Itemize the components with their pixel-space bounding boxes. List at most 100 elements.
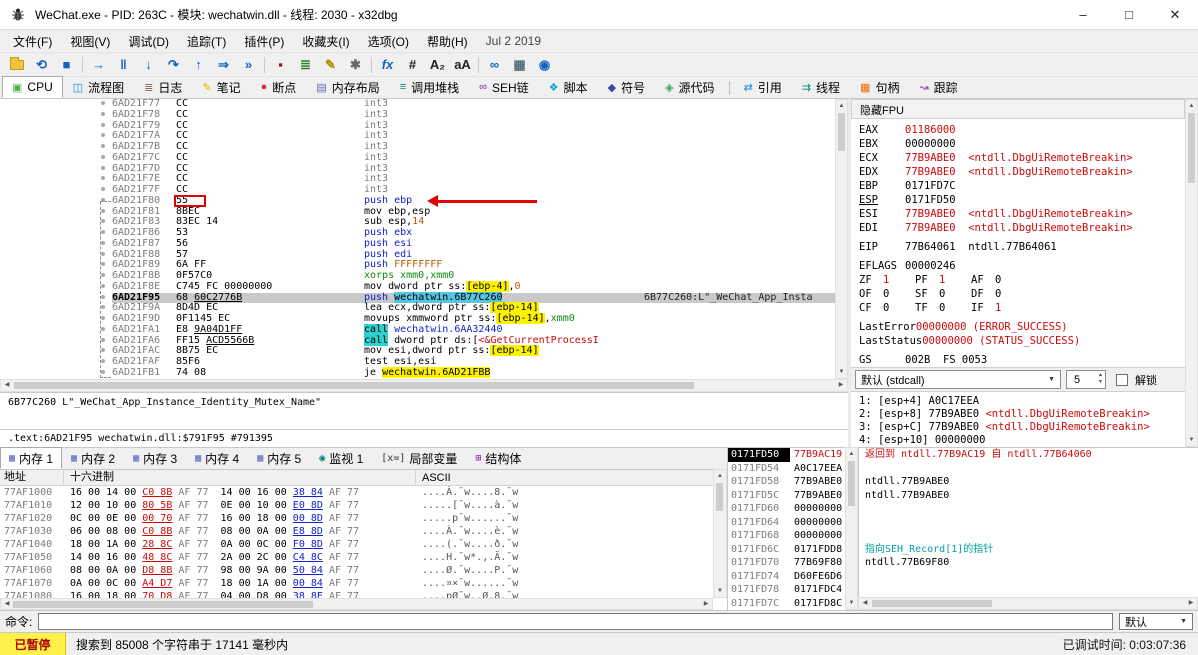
open-file-button[interactable] xyxy=(4,54,29,76)
scrollbar-thumb[interactable] xyxy=(872,600,992,607)
disasm-gutter[interactable] xyxy=(0,153,112,164)
memory-row[interactable]: 77AF1000 16 00 14 00 C0 8B AF 77 14 00 16… xyxy=(0,486,713,499)
register-row[interactable]: EDI 77B9ABE0 <ntdll.DbgUiRemoteBreakin> xyxy=(859,221,1185,235)
disasm-gutter[interactable] xyxy=(0,325,112,336)
register-value[interactable]: 01186000 xyxy=(905,124,956,136)
register-row[interactable]: LastStatus00000000 (STATUS_SUCCESS) xyxy=(859,334,1185,348)
tab-threads[interactable]: ⇉ 线程 xyxy=(792,76,850,98)
register-row[interactable]: EAX 01186000 xyxy=(859,123,1185,137)
register-row[interactable]: CF 0 TF 0 IF 1 xyxy=(859,301,1185,315)
scroll-up-icon[interactable]: ▲ xyxy=(846,448,857,460)
maximize-button[interactable]: □ xyxy=(1106,0,1152,29)
scroll-up-icon[interactable]: ▲ xyxy=(714,470,726,482)
menu-item-1[interactable]: 文件(F) xyxy=(4,30,61,53)
bottom-tab-mem1[interactable]: ▦ 内存 1 xyxy=(0,447,63,469)
stack-row[interactable]: 0171FD54 A0C17EEA xyxy=(728,462,845,476)
memory-row[interactable]: 77AF1030 06 00 08 00 C0 8B AF 77 08 00 0A… xyxy=(0,525,713,538)
spin-up-icon[interactable]: ▲ xyxy=(1098,372,1103,379)
disasm-gutter[interactable] xyxy=(0,217,112,228)
flag-value[interactable]: 1 xyxy=(939,273,971,287)
argument-row[interactable]: 4: [esp+10] 00000000 xyxy=(859,434,1185,447)
comments-scrollbar-horizontal[interactable]: ◀ ▶ xyxy=(858,597,1198,610)
disasm-scrollbar-horizontal[interactable]: ◀ ▶ xyxy=(0,379,848,392)
stack-row[interactable]: 0171FD5C 77B9ABE0 xyxy=(728,489,845,503)
disasm-scrollbar-vertical[interactable]: ▲ ▼ xyxy=(835,99,848,379)
menu-item-7[interactable]: 选项(O) xyxy=(359,30,418,53)
stack-row[interactable]: 0171FD68 00000000 xyxy=(728,529,845,543)
register-value[interactable]: 00000000 (ERROR_SUCCESS) xyxy=(916,321,1068,333)
calling-convention-select[interactable]: 默认 (stdcall) ▼ xyxy=(855,370,1061,389)
run-to-return-button[interactable]: ⇒ xyxy=(211,54,236,76)
bottom-tab-watch1[interactable]: ◉ 监视 1 xyxy=(310,447,372,469)
register-value[interactable]: 77B9ABE0 xyxy=(905,166,956,178)
disasm-gutter[interactable] xyxy=(0,271,112,282)
register-row[interactable]: LastError00000000 (ERROR_SUCCESS) xyxy=(859,320,1185,334)
disasm-gutter[interactable] xyxy=(0,336,112,347)
disasm-gutter[interactable] xyxy=(0,282,112,293)
step-into-button[interactable]: ↓ xyxy=(136,54,161,76)
disasm-gutter[interactable] xyxy=(0,303,112,314)
scroll-right-icon[interactable]: ▶ xyxy=(835,380,847,391)
scroll-left-icon[interactable]: ◀ xyxy=(1,380,13,391)
register-row[interactable]: GS 002B FS 0053 xyxy=(859,353,1185,367)
register-row[interactable]: ESI 77B9ABE0 <ntdll.DbgUiRemoteBreakin> xyxy=(859,207,1185,221)
tab-call-stack[interactable]: ≡ 调用堆栈 xyxy=(390,76,469,98)
scrollbar-thumb[interactable] xyxy=(716,483,723,511)
disassembly-pane[interactable]: 6AD21F77 CC int3 6AD21F78 CC int3 6AD21F79 CC in… xyxy=(0,99,835,379)
command-script-select[interactable]: 默认 ▼ xyxy=(1119,613,1193,630)
bottom-tab-mem3[interactable]: ▦ 内存 3 xyxy=(124,447,186,469)
register-value[interactable]: 00000246 xyxy=(905,260,956,272)
tab-seh[interactable]: ∞ SEH链 xyxy=(469,76,539,98)
hide-fpu-button[interactable]: 隐藏FPU xyxy=(851,99,1185,119)
memory-row[interactable]: 77AF1050 14 00 16 00 48 8C AF 77 2A 00 2C… xyxy=(0,551,713,564)
tab-script[interactable]: ❖ 脚本 xyxy=(539,76,598,98)
notes-tool-button[interactable]: ✎ xyxy=(318,54,343,76)
register-row[interactable]: EIP 77B64061 ntdll.77B64061 xyxy=(859,240,1185,254)
disasm-gutter[interactable] xyxy=(0,131,112,142)
scroll-left-icon[interactable]: ◀ xyxy=(1,599,13,609)
register-row[interactable]: ZF 1 PF 1 AF 0 xyxy=(859,273,1185,287)
scroll-right-icon[interactable]: ▶ xyxy=(700,599,712,609)
memory-row[interactable]: 77AF1060 08 00 0A 00 D8 8B AF 77 98 00 9A… xyxy=(0,564,713,577)
memory-row[interactable]: 77AF1040 18 00 1A 00 28 8C AF 77 0A 00 0C… xyxy=(0,538,713,551)
stack-row[interactable]: 0171FD78 0171FDC4 xyxy=(728,583,845,597)
disasm-gutter[interactable] xyxy=(0,314,112,325)
disasm-gutter[interactable] xyxy=(0,228,112,239)
disasm-gutter[interactable] xyxy=(0,239,112,250)
seh-chain-tool-button[interactable]: ∞ xyxy=(482,54,507,76)
menu-item-6[interactable]: 收藏夹(I) xyxy=(293,30,358,53)
register-row[interactable]: EFLAGS 00000246 xyxy=(859,259,1185,273)
strings-button[interactable]: # xyxy=(400,54,425,76)
memory-scrollbar-vertical[interactable]: ▲ ▼ xyxy=(713,469,727,598)
memory-save-button[interactable]: ▦ xyxy=(507,54,532,76)
break-button[interactable]: ▪ xyxy=(268,54,293,76)
register-row[interactable]: EBP 0171FD7C xyxy=(859,179,1185,193)
animate-button[interactable]: » xyxy=(236,54,261,76)
stack-row[interactable]: 0171FD50 77B9AC19 xyxy=(728,448,845,462)
disasm-gutter[interactable] xyxy=(0,121,112,132)
register-row[interactable]: OF 0 SF 0 DF 0 xyxy=(859,287,1185,301)
scroll-down-icon[interactable]: ▼ xyxy=(846,597,857,609)
stack-row[interactable]: 0171FD6C 0171FDD8 xyxy=(728,543,845,557)
tab-source[interactable]: ◈ 源代码 xyxy=(655,76,724,98)
tab-log[interactable]: ≣ 日志 xyxy=(134,76,192,98)
flag-value[interactable]: 0 xyxy=(995,273,1027,287)
step-out-button[interactable]: ↑ xyxy=(186,54,211,76)
address-column-header[interactable]: 地址 xyxy=(0,470,64,485)
disasm-row[interactable]: 6AD21F8E C745 FC 00000000 mov dword ptr ss… xyxy=(0,280,835,293)
tab-graph[interactable]: ◫ 流程图 xyxy=(63,76,134,98)
menu-item-2[interactable]: 视图(V) xyxy=(61,30,119,53)
disasm-row[interactable]: 6AD21FB1 74 08 je wechatwin.6AD21FBB xyxy=(0,366,835,379)
scroll-down-icon[interactable]: ▼ xyxy=(1186,434,1197,446)
argument-row[interactable]: 2: [esp+8] 77B9ABE0 <ntdll.DbgUiRemoteBr… xyxy=(859,408,1185,421)
menu-item-5[interactable]: 插件(P) xyxy=(235,30,293,53)
preferences-button[interactable]: ✱ xyxy=(343,54,368,76)
flag-value[interactable]: 0 xyxy=(883,301,915,315)
bottom-tab-mem5[interactable]: ▦ 内存 5 xyxy=(248,447,310,469)
args-count-spinner[interactable]: 5 ▲ ▼ xyxy=(1066,370,1106,389)
scroll-down-icon[interactable]: ▼ xyxy=(836,366,847,378)
flag-value[interactable]: 0 xyxy=(883,287,915,301)
restart-button[interactable]: ⟲ xyxy=(29,54,54,76)
scrollbar-thumb[interactable] xyxy=(848,461,855,506)
menu-item-4[interactable]: 追踪(T) xyxy=(178,30,235,53)
